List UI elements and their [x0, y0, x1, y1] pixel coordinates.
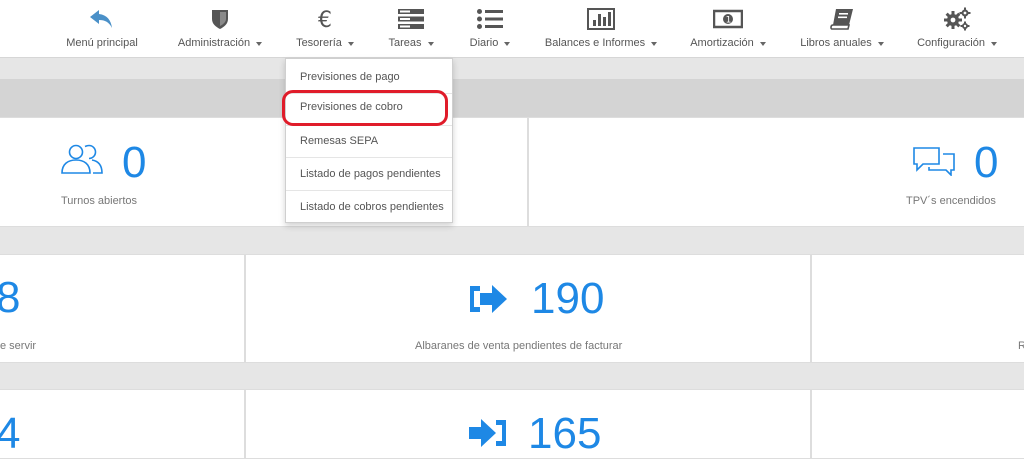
chevron-down-icon: [347, 41, 354, 46]
nav-libros-anuales[interactable]: Libros anuales: [795, 0, 889, 58]
chevron-down-icon: [256, 41, 263, 46]
nav-tesoreria[interactable]: € Tesorería: [293, 0, 357, 58]
users-icon: [60, 143, 104, 180]
section-header-band: [0, 79, 1024, 117]
nav-balances-informes[interactable]: Balances e Informes: [541, 0, 661, 58]
nav-label: Configuración: [917, 37, 985, 49]
nav-label: Tesorería: [296, 37, 342, 49]
right-mid-label: R: [1018, 340, 1024, 352]
stat-panel-left-bottom[interactable]: [0, 389, 245, 459]
chevron-down-icon: [990, 41, 997, 46]
albaranes-compra-count: 165: [528, 409, 602, 458]
left-mid-count: 8: [0, 273, 21, 322]
chevron-down-icon: [877, 41, 884, 46]
server-icon: [396, 7, 426, 31]
shield-icon: [205, 7, 235, 31]
menu-item-previsiones-pago[interactable]: Previsiones de pago: [286, 64, 452, 90]
top-navigation-bar: Menú principal Administración € Tesorerí…: [0, 0, 1024, 58]
turnos-count: 0: [122, 138, 147, 187]
menu-item-listado-cobros-pendientes[interactable]: Listado de cobros pendientes: [286, 194, 452, 220]
stat-panel-right-mid[interactable]: [811, 254, 1024, 363]
nav-amortizacion[interactable]: 1 Amortización: [683, 0, 773, 58]
nav-label: Diario: [469, 37, 499, 49]
menu-item-remesas-sepa[interactable]: Remesas SEPA: [286, 128, 452, 154]
svg-text:€: €: [318, 8, 332, 30]
nav-label: Administración: [177, 37, 251, 49]
chevron-down-icon: [651, 41, 658, 46]
red-highlight-annotation: [282, 90, 448, 126]
svg-text:1: 1: [726, 16, 732, 26]
chevron-down-icon: [759, 41, 766, 46]
stat-panel-left-mid[interactable]: [0, 254, 245, 363]
money-icon: 1: [713, 7, 743, 31]
sign-in-icon: [466, 416, 510, 455]
book-icon: [827, 7, 857, 31]
menu-divider: [286, 157, 452, 158]
nav-label: Tareas: [388, 37, 422, 49]
chevron-down-icon: [504, 41, 511, 46]
menu-divider: [286, 190, 452, 191]
gears-icon: [942, 7, 972, 31]
left-bottom-count: 4: [0, 409, 21, 458]
nav-label: Libros anuales: [800, 37, 872, 49]
nav-diario[interactable]: Diario: [463, 0, 517, 58]
list-icon: [475, 7, 505, 31]
tpv-count: 0: [974, 138, 999, 187]
nav-configuracion[interactable]: Configuración: [911, 0, 1003, 58]
sign-out-icon: [466, 282, 510, 321]
bar-chart-icon: [586, 7, 616, 31]
nav-label: Balances e Informes: [544, 37, 646, 49]
euro-icon: €: [310, 7, 340, 31]
nav-administracion[interactable]: Administración: [172, 0, 268, 58]
nav-label: Menú principal: [66, 37, 138, 49]
arrow-back-icon: [87, 7, 117, 31]
chevron-down-icon: [427, 41, 434, 46]
nav-menu-principal[interactable]: Menú principal: [60, 0, 144, 58]
nav-label: Amortización: [690, 37, 754, 49]
tesoreria-dropdown-menu: Previsiones de pago Previsiones de cobro…: [285, 58, 453, 223]
menu-item-listado-pagos-pendientes[interactable]: Listado de pagos pendientes: [286, 161, 452, 187]
albaranes-venta-count: 190: [531, 274, 605, 323]
albaranes-venta-label: Albaranes de venta pendientes de factura…: [415, 340, 623, 352]
chat-bubbles-icon: [913, 146, 955, 181]
turnos-label: Turnos abiertos: [61, 195, 138, 207]
stat-panel-right-bottom[interactable]: [811, 389, 1024, 459]
left-mid-label: e servir: [0, 340, 37, 352]
tpv-label: TPV´s encendidos: [906, 195, 996, 207]
nav-tareas[interactable]: Tareas: [385, 0, 437, 58]
